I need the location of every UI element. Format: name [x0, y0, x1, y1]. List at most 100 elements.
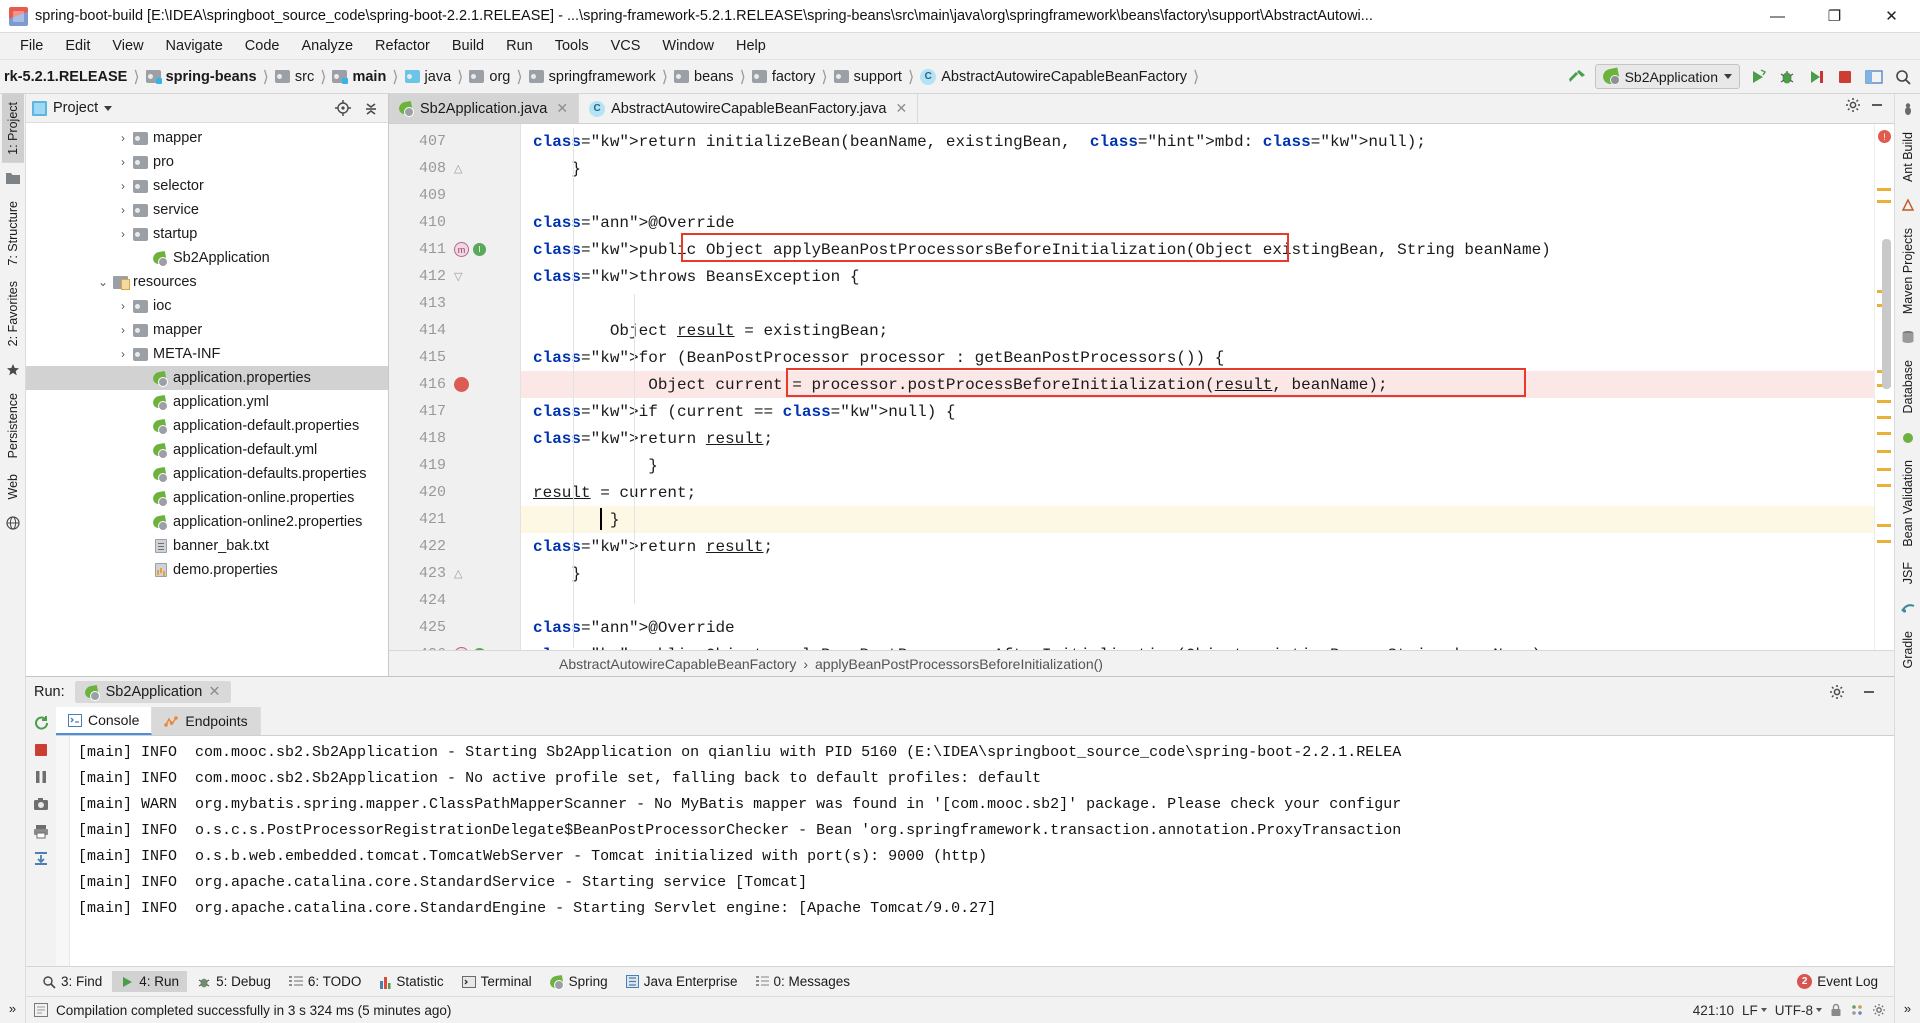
- breadcrumb-item-6[interactable]: springframework: [525, 69, 660, 85]
- menu-edit[interactable]: Edit: [55, 35, 100, 57]
- gutter-line-416[interactable]: 416: [389, 371, 520, 398]
- breakpoint-icon[interactable]: [454, 377, 469, 392]
- tree-node-mapper[interactable]: › mapper: [26, 318, 388, 342]
- tree-node-application-default-properties[interactable]: application-default.properties: [26, 414, 388, 438]
- breadcrumb-item-2[interactable]: src: [271, 69, 318, 85]
- tree-node-selector[interactable]: › selector: [26, 174, 388, 198]
- menu-vcs[interactable]: VCS: [601, 35, 651, 57]
- globe-icon[interactable]: [4, 514, 22, 532]
- expand-rail-icon[interactable]: »: [1899, 999, 1917, 1017]
- gutter-line-407[interactable]: 407: [389, 128, 520, 155]
- breadcrumb-item-4[interactable]: java: [401, 69, 456, 85]
- run-icon[interactable]: [1747, 66, 1769, 88]
- code-line-426[interactable]: class="kw">public Object applyBeanPostPr…: [521, 641, 1874, 651]
- breadcrumb-item-1[interactable]: spring-beans: [142, 69, 261, 85]
- console-text[interactable]: [main] INFO com.mooc.sb2.Sb2Application …: [70, 736, 1894, 966]
- editor-tab-abstractautowirecapablebeanfactory[interactable]: C AbstractAutowireCapableBeanFactory.jav…: [579, 94, 919, 123]
- fold-end-icon[interactable]: △: [454, 567, 462, 580]
- pause-icon[interactable]: [29, 765, 53, 789]
- gutter-line-423[interactable]: 423 △: [389, 560, 520, 587]
- menu-view[interactable]: View: [102, 35, 153, 57]
- gear-icon[interactable]: [1872, 1003, 1886, 1017]
- breadcrumb-item-9[interactable]: support: [830, 69, 906, 85]
- line-separator[interactable]: LF: [1742, 1003, 1767, 1018]
- tool-button-todo[interactable]: 6: TODO: [281, 971, 370, 992]
- expand-rail-icon[interactable]: »: [4, 999, 22, 1017]
- tree-expander[interactable]: ›: [114, 155, 132, 169]
- tree-node-mapper[interactable]: › mapper: [26, 126, 388, 150]
- error-marker-icon[interactable]: !: [1878, 130, 1891, 143]
- rail-tab-project[interactable]: 1: Project: [1, 94, 24, 163]
- editor-breadcrumb-class[interactable]: AbstractAutowireCapableBeanFactory: [559, 656, 796, 672]
- tree-node-application-default-yml[interactable]: application-default.yml: [26, 438, 388, 462]
- gutter-line-420[interactable]: 420: [389, 479, 520, 506]
- rail-tab-jsf[interactable]: JSF: [1897, 554, 1919, 592]
- inspection-icon[interactable]: [1850, 1003, 1864, 1017]
- breadcrumb-item-8[interactable]: factory: [748, 69, 820, 85]
- tool-button-find[interactable]: 3: Find: [34, 971, 110, 992]
- code-line-411[interactable]: class ="kw">public Object applyBeanPostPr…: [521, 236, 1874, 263]
- tree-node-application-online-properties[interactable]: application-online.properties: [26, 486, 388, 510]
- gutter-line-408[interactable]: 408 △: [389, 155, 520, 182]
- breadcrumb-item-3[interactable]: main: [328, 69, 390, 85]
- hide-icon[interactable]: [1858, 681, 1880, 703]
- tree-node-startup[interactable]: › startup: [26, 222, 388, 246]
- rail-tab-gradle[interactable]: Gradle: [1897, 623, 1919, 677]
- code-line-414[interactable]: Object result = existingBean;: [521, 317, 1874, 344]
- close-icon[interactable]: ✕: [895, 100, 907, 117]
- gutter-line-411[interactable]: 411 m I: [389, 236, 520, 263]
- tree-expander[interactable]: ›: [114, 227, 132, 241]
- menu-tools[interactable]: Tools: [545, 35, 599, 57]
- maximize-button[interactable]: ❐: [1806, 0, 1863, 33]
- tree-node-application-yml[interactable]: application.yml: [26, 390, 388, 414]
- event-log-button[interactable]: 2 Event Log: [1789, 971, 1886, 992]
- ant-icon[interactable]: [1899, 100, 1917, 118]
- code-line-419[interactable]: }: [521, 452, 1874, 479]
- search-icon[interactable]: [1892, 66, 1914, 88]
- tool-button-messages[interactable]: 0: Messages: [748, 971, 859, 992]
- database-icon[interactable]: [1899, 328, 1917, 346]
- gutter-line-415[interactable]: 415: [389, 344, 520, 371]
- build-icon[interactable]: [1566, 66, 1588, 88]
- menu-run[interactable]: Run: [496, 35, 543, 57]
- tool-button-statistic[interactable]: Statistic: [371, 971, 451, 992]
- gutter-line-413[interactable]: 413: [389, 290, 520, 317]
- gear-icon[interactable]: [1826, 681, 1848, 703]
- tool-button-spring[interactable]: Spring: [542, 971, 616, 992]
- tool-button-terminal[interactable]: Terminal: [454, 971, 540, 992]
- gutter-line-419[interactable]: 419: [389, 452, 520, 479]
- tree-expander[interactable]: ›: [114, 131, 132, 145]
- tree-expander[interactable]: ›: [114, 203, 132, 217]
- star-icon[interactable]: [4, 361, 22, 379]
- menu-analyze[interactable]: Analyze: [291, 35, 363, 57]
- coverage-icon[interactable]: [1805, 66, 1827, 88]
- code-line-425[interactable]: class ="ann">@Override: [521, 614, 1874, 641]
- run-configuration-selector[interactable]: Sb2Application: [1594, 64, 1740, 89]
- maven-icon[interactable]: [1899, 196, 1917, 214]
- rail-tab-persistence[interactable]: Persistence: [2, 385, 24, 466]
- gradle-icon[interactable]: [1899, 599, 1917, 617]
- encoding-selector[interactable]: UTF-8: [1775, 1003, 1822, 1018]
- gutter-line-418[interactable]: 418: [389, 425, 520, 452]
- code-line-416[interactable]: Object current = processor.postProcessBe…: [521, 371, 1874, 398]
- tool-button-debug[interactable]: 5: Debug: [189, 971, 279, 992]
- tree-node-demo-properties[interactable]: demo.properties: [26, 558, 388, 582]
- debug-icon[interactable]: [1776, 66, 1798, 88]
- gutter-line-410[interactable]: 410: [389, 209, 520, 236]
- tree-node-resources[interactable]: ⌄ resources: [26, 270, 388, 294]
- breadcrumb-item-7[interactable]: beans: [670, 69, 738, 85]
- tree-node-ioc[interactable]: › ioc: [26, 294, 388, 318]
- tree-expander[interactable]: ›: [114, 299, 132, 313]
- tree-node-banner-bak-txt[interactable]: banner_bak.txt: [26, 534, 388, 558]
- code-line-413[interactable]: [521, 290, 1874, 317]
- gear-icon[interactable]: [1842, 94, 1864, 116]
- code-line-422[interactable]: class ="kw">return result;: [521, 533, 1874, 560]
- tab-endpoints[interactable]: Endpoints: [152, 707, 261, 735]
- tree-expander[interactable]: ⌄: [94, 275, 112, 289]
- menu-window[interactable]: Window: [652, 35, 724, 57]
- tree-node-sb2application[interactable]: Sb2Application: [26, 246, 388, 270]
- implemented-method-icon[interactable]: I: [473, 243, 486, 256]
- tree-node-meta-inf[interactable]: › META-INF: [26, 342, 388, 366]
- editor-gutter[interactable]: 407 408 △ 409 410 411 m I 412 ▽ 413 414 415 416 417 418…: [389, 124, 521, 650]
- tree-node-application-defaults-properties[interactable]: application-defaults.properties: [26, 462, 388, 486]
